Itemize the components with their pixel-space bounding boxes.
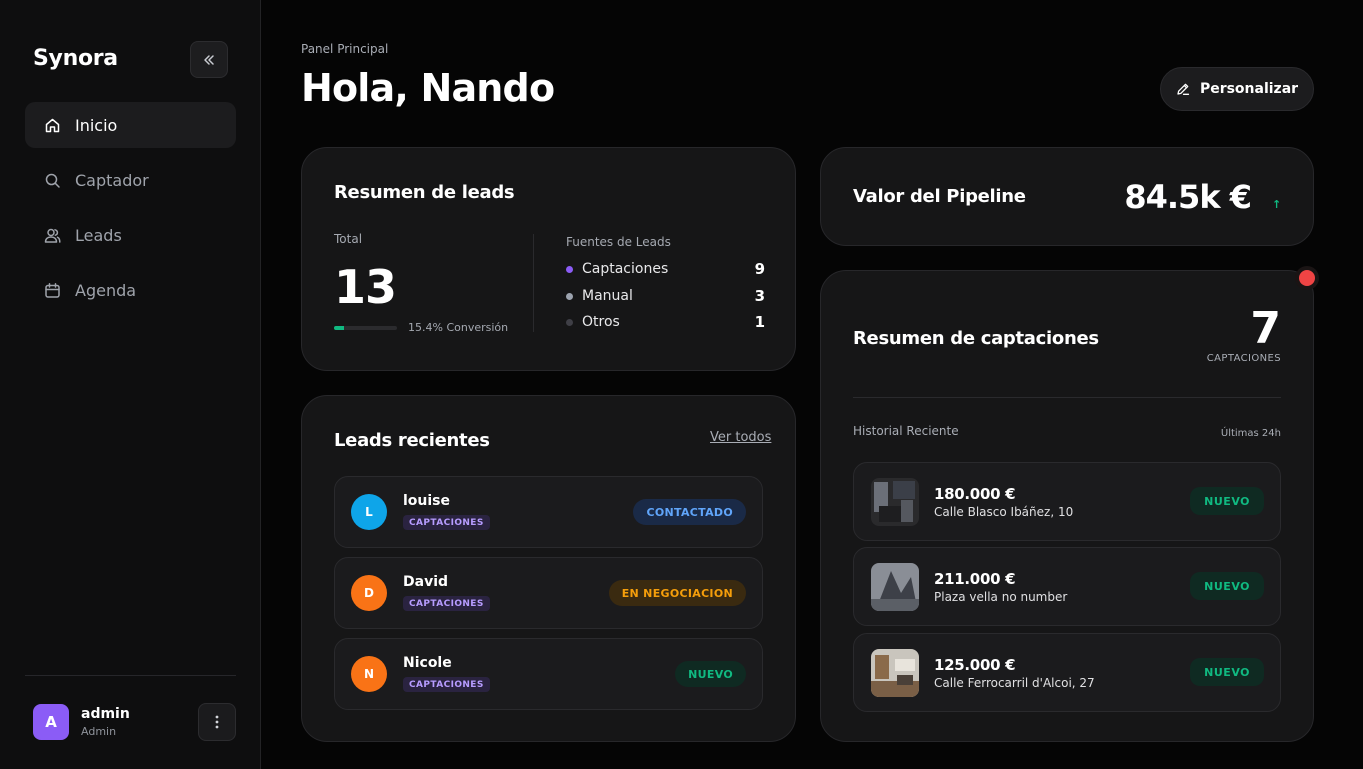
property-address: Calle Blasco Ibáñez, 10 [934,505,1074,519]
sidebar: Synora Inicio Captador Leads Agenda A ad… [0,0,261,769]
user-role: Admin [81,725,117,738]
lead-name: louise [403,493,451,509]
collapse-sidebar-button[interactable] [190,41,228,78]
conversion-progress-fill [334,326,344,330]
sidebar-item-label: Inicio [75,115,118,135]
source-count: 3 [754,287,765,305]
pipeline-card: Valor del Pipeline 84.5k € ↑ [820,147,1314,246]
sidebar-item-label: Captador [75,170,149,190]
sidebar-divider [25,675,236,676]
avatar: D [351,575,387,611]
sources-title: Fuentes de Leads [566,235,671,249]
sidebar-item-label: Leads [75,225,122,245]
calendar-icon [43,281,61,299]
conversion-text: 15.4% Conversión [408,321,509,334]
notification-dot [1299,270,1315,286]
history-label: Historial Reciente [853,424,959,438]
pipeline-value: 84.5k € [1124,178,1252,216]
avatar: L [351,494,387,530]
vertical-divider [533,234,534,332]
sidebar-item-leads[interactable]: Leads [25,212,236,258]
customize-button[interactable]: Personalizar [1160,67,1314,111]
users-icon [43,226,61,244]
property-price: 125.000 € [934,656,1016,674]
see-all-link[interactable]: Ver todos [710,430,771,445]
source-label: Manual [582,288,633,304]
property-item[interactable]: 125.000 € Calle Ferrocarril d'Alcoi, 27 … [853,633,1281,712]
source-row: Otros 1 [566,312,765,332]
divider [853,397,1281,398]
property-item[interactable]: 211.000 € Plaza vella no number NUEVO [853,547,1281,626]
pencil-icon [1177,83,1190,95]
source-count: 1 [754,313,765,331]
history-range: Últimas 24h [1220,428,1281,439]
conversion-progress-bar [334,326,397,330]
recent-leads-card: Leads recientes Ver todos L louise CAPTA… [301,395,796,742]
page-title: Hola, Nando [301,66,555,110]
sidebar-nav: Inicio Captador Leads Agenda [25,102,236,322]
app-logo[interactable]: Synora [33,46,118,71]
home-icon [43,116,61,134]
source-count: 9 [754,260,765,278]
avatar[interactable]: A [33,704,69,740]
user-name: admin [81,706,130,722]
chevrons-left-icon [204,54,214,65]
status-badge: CONTACTADO [633,499,746,525]
user-menu-button[interactable] [198,703,236,741]
lead-name: Nicole [403,655,452,671]
property-price: 180.000 € [934,485,1016,503]
sidebar-item-agenda[interactable]: Agenda [25,267,236,313]
card-title: Leads recientes [334,430,490,451]
list-item[interactable]: L louise CAPTACIONES CONTACTADO [334,476,763,548]
property-thumbnail [871,478,919,526]
search-icon [43,171,61,189]
status-badge: NUEVO [1190,572,1264,600]
total-label: Total [334,232,363,246]
source-row: Manual 3 [566,286,765,306]
card-title: Resumen de captaciones [853,328,1099,349]
status-badge: NUEVO [1190,658,1264,686]
avatar: N [351,656,387,692]
source-dot [566,292,573,300]
source-tag: CAPTACIONES [403,515,490,530]
property-thumbnail [871,563,919,611]
property-address: Calle Ferrocarril d'Alcoi, 27 [934,676,1095,690]
total-count: 13 [334,260,397,314]
source-dot [566,265,573,273]
sidebar-item-label: Agenda [75,280,137,300]
property-thumbnail [871,649,919,697]
trend-up-icon: ↑ [1272,198,1282,211]
customize-label: Personalizar [1199,81,1299,97]
source-row: Captaciones 9 [566,259,765,279]
source-dot [566,318,573,326]
leads-summary-card: Resumen de leads Total 13 15.4% Conversi… [301,147,796,371]
breadcrumb: Panel Principal [301,42,389,56]
captaciones-count: 7 [1250,303,1281,354]
source-label: Captaciones [582,261,669,277]
lead-name: David [403,574,449,590]
property-address: Plaza vella no number [934,590,1068,604]
captaciones-card: Resumen de captaciones 7 CAPTACIONES His… [820,270,1314,742]
property-item[interactable]: 180.000 € Calle Blasco Ibáñez, 10 NUEVO [853,462,1281,541]
sidebar-item-inicio[interactable]: Inicio [25,102,236,148]
sidebar-item-captador[interactable]: Captador [25,157,236,203]
source-label: Otros [582,314,620,330]
status-badge: EN NEGOCIACION [608,580,746,606]
card-title: Valor del Pipeline [853,186,1026,207]
list-item[interactable]: N Nicole CAPTACIONES NUEVO [334,638,763,710]
status-badge: NUEVO [675,661,746,687]
more-vertical-icon [215,715,219,729]
list-item[interactable]: D David CAPTACIONES EN NEGOCIACION [334,557,763,629]
property-price: 211.000 € [934,570,1016,588]
card-title: Resumen de leads [334,182,515,203]
source-tag: CAPTACIONES [403,677,490,692]
captaciones-count-label: CAPTACIONES [1206,353,1281,364]
source-tag: CAPTACIONES [403,596,490,611]
status-badge: NUEVO [1190,487,1264,515]
